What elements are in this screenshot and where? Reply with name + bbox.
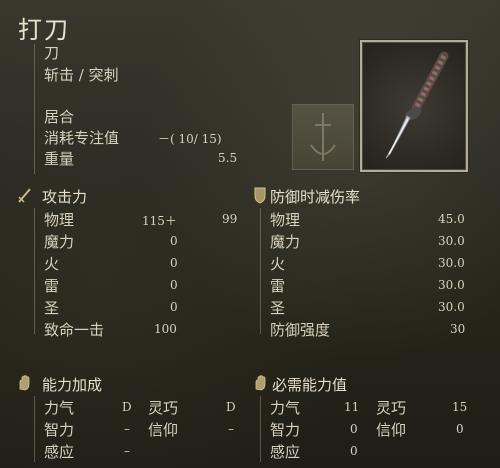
guard-value-fire: 30.0 xyxy=(438,256,465,270)
req-value-str: 11 xyxy=(344,400,360,414)
req-value-arc: 0 xyxy=(350,444,358,458)
attack-label-magic: 魔力 xyxy=(44,233,75,251)
req-value-dex: 15 xyxy=(452,400,468,414)
guard-divider xyxy=(260,208,261,334)
guard-value-physical: 45.0 xyxy=(438,212,465,226)
hand-icon xyxy=(252,374,270,392)
attack-label-lightning: 雷 xyxy=(44,277,60,295)
requirements-divider xyxy=(260,396,261,462)
skill-name: 居合 xyxy=(44,108,75,126)
scaling-label-arc: 感应 xyxy=(44,443,75,461)
guard-value-holy: 30.0 xyxy=(438,300,465,314)
guard-label-holy: 圣 xyxy=(270,299,286,317)
fp-cost-label: 消耗专注值 xyxy=(44,129,120,147)
guard-label-fire: 火 xyxy=(270,255,286,273)
attack-label-fire: 火 xyxy=(44,255,60,273)
scaling-value-dex: D xyxy=(226,400,236,414)
scaling-label-dex: 灵巧 xyxy=(148,399,179,417)
attack-value-fire: 0 xyxy=(170,256,178,270)
attack-value-magic: 0 xyxy=(170,234,178,248)
sword-emblem-icon[interactable] xyxy=(292,104,354,170)
hand-icon xyxy=(16,374,34,392)
attack-value-lightning: 0 xyxy=(170,278,178,292)
scaling-label-int: 智力 xyxy=(44,421,75,439)
sword-icon xyxy=(16,186,34,204)
scaling-header: 能力加成 xyxy=(42,376,103,394)
req-value-int: 0 xyxy=(350,422,358,436)
weight-value: 5.5 xyxy=(218,151,238,165)
scaling-value-arc: – xyxy=(124,444,130,458)
attack-value-holy: 0 xyxy=(170,300,178,314)
req-label-dex: 灵巧 xyxy=(376,399,407,417)
attack-label-critical: 致命一击 xyxy=(44,321,105,339)
guard-value-boost: 30 xyxy=(450,322,466,336)
attack-divider xyxy=(34,208,35,334)
scaling-value-str: D xyxy=(122,400,132,414)
fp-cost-value: －( 10/ 15) xyxy=(158,132,222,146)
damage-type: 斩击 / 突刺 xyxy=(44,66,119,84)
shield-icon xyxy=(252,186,268,204)
req-value-fai: 0 xyxy=(456,422,464,436)
attack-header: 攻击力 xyxy=(42,188,88,206)
uchigatana-katana-icon xyxy=(360,40,468,172)
weapon-type: 刀 xyxy=(44,44,60,62)
scaling-label-str: 力气 xyxy=(44,399,75,417)
scaling-label-fai: 信仰 xyxy=(148,421,179,439)
attack-value-physical: 115＋ xyxy=(142,214,177,228)
weight-label: 重量 xyxy=(44,150,75,168)
guard-value-lightning: 30.0 xyxy=(438,278,465,292)
guard-label-lightning: 雷 xyxy=(270,277,286,295)
req-label-str: 力气 xyxy=(270,399,301,417)
attack-bonus-physical: 99 xyxy=(222,212,238,226)
guard-label-boost: 防御强度 xyxy=(270,321,331,339)
guard-label-physical: 物理 xyxy=(270,211,301,229)
scaling-value-fai: – xyxy=(228,422,234,436)
guard-value-magic: 30.0 xyxy=(438,234,465,248)
req-label-arc: 感应 xyxy=(270,443,301,461)
req-label-fai: 信仰 xyxy=(376,421,407,439)
guard-label-magic: 魔力 xyxy=(270,233,301,251)
requirements-header: 必需能力值 xyxy=(272,376,348,394)
scaling-divider xyxy=(34,396,35,462)
info-divider xyxy=(34,44,35,174)
scaling-value-int: – xyxy=(124,422,130,436)
attack-label-physical: 物理 xyxy=(44,211,75,229)
req-label-int: 智力 xyxy=(270,421,301,439)
attack-value-critical: 100 xyxy=(154,322,177,336)
guard-header: 防御时减伤率 xyxy=(270,188,361,206)
attack-label-holy: 圣 xyxy=(44,299,60,317)
weapon-name: 打刀 xyxy=(18,16,70,44)
